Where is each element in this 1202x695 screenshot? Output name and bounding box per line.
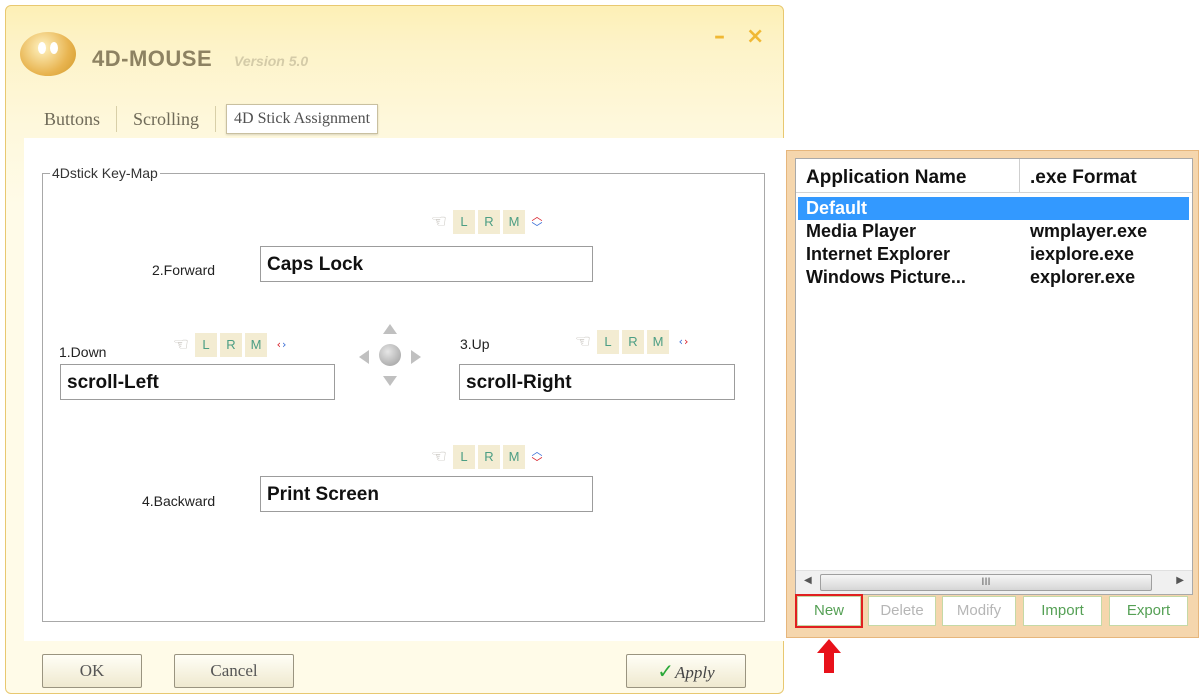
delete-button[interactable]: Delete [868,596,936,626]
scroll-left-right-icon[interactable]: ‹› [270,333,294,357]
list-header: Application Name .exe Format [796,159,1192,193]
tab-divider [116,106,118,132]
pointer-arrow-icon [817,639,841,673]
app-title: 4D-MOUSE [92,46,213,71]
list-item[interactable]: Default [798,197,1189,220]
checkmark-icon: ✓ [657,659,675,683]
middle-key-button[interactable]: M [503,210,525,234]
scroll-up-down-icon[interactable]: ︿ ﹀ [528,210,546,234]
up-toolbar: ☜ L R M ‹› [572,330,696,354]
stick-direction-icon [359,324,421,386]
scroll-left-right-icon[interactable]: ‹› [672,330,696,354]
scrollbar-thumb[interactable]: III [820,574,1152,591]
app-exe: wmplayer.exe [1030,221,1148,241]
tab-bar: Buttons Scrolling 4D Stick Assignment [34,102,379,136]
modify-button[interactable]: Modify [942,596,1016,626]
right-key-button[interactable]: R [220,333,242,357]
down-label: 1.Down [59,344,107,360]
main-window: 4D-MOUSE Version 5.0 – × Buttons Scrolli… [5,5,784,694]
app-exe: explorer.exe [1030,267,1136,287]
up-label: 3.Up [460,336,490,352]
middle-key-button[interactable]: M [503,445,525,469]
column-application-name[interactable]: Application Name [796,159,1020,192]
cancel-button[interactable]: Cancel [174,654,294,688]
down-key-field[interactable]: scroll-Left [60,364,335,400]
tab-4d-stick-assignment[interactable]: 4D Stick Assignment [226,104,379,134]
left-key-button[interactable]: L [453,210,475,234]
keymap-legend: 4Dstick Key-Map [52,165,158,181]
import-button[interactable]: Import [1023,596,1102,626]
hand-icon[interactable]: ☜ [428,446,450,468]
ok-button[interactable]: OK [42,654,142,688]
column-exe-format[interactable]: .exe Format [1020,159,1137,192]
hand-icon[interactable]: ☜ [428,211,450,233]
app-name: Default [806,198,868,218]
left-key-button[interactable]: L [453,445,475,469]
forward-label: 2.Forward [152,262,216,278]
app-logo [20,32,76,76]
export-button[interactable]: Export [1109,596,1188,626]
right-key-button[interactable]: R [622,330,644,354]
right-key-button[interactable]: R [478,210,500,234]
app-name: Internet Explorer [806,244,951,264]
up-key-field[interactable]: scroll-Right [459,364,735,400]
app-name: Media Player [806,221,917,241]
right-key-button[interactable]: R [478,445,500,469]
settings-panel: 4Dstick Key-Map ☜ L R M ︿ ﹀ 2.Forward Cap… [24,138,784,641]
close-icon[interactable]: × [746,24,764,49]
scroll-left-icon[interactable]: ◀ [804,575,812,586]
application-list[interactable]: Application Name .exe Format Default Med… [795,158,1193,595]
forward-toolbar: ☜ L R M ︿ ﹀ [428,210,546,234]
application-panel: Application Name .exe Format Default Med… [786,150,1199,638]
apply-button[interactable]: ✓Apply [626,654,746,688]
app-name: Windows Picture... [806,267,966,287]
tab-divider [215,106,217,132]
app-exe: iexplore.exe [1030,244,1135,264]
down-toolbar: ☜ L R M ‹› [170,333,294,357]
list-item[interactable]: Media Player wmplayer.exe [796,220,1192,243]
middle-key-button[interactable]: M [245,333,267,357]
hand-icon[interactable]: ☜ [572,331,594,353]
list-item[interactable]: Windows Picture... explorer.exe [796,266,1192,289]
new-button[interactable]: New [795,594,863,628]
app-version: Version 5.0 [234,53,309,69]
tab-buttons[interactable]: Buttons [34,107,110,132]
minimize-icon[interactable]: – [714,24,725,49]
left-key-button[interactable]: L [195,333,217,357]
list-item[interactable]: Internet Explorer iexplore.exe [796,243,1192,266]
apply-label: Apply [675,663,715,682]
forward-key-field[interactable]: Caps Lock [260,246,593,282]
middle-key-button[interactable]: M [647,330,669,354]
horizontal-scrollbar[interactable]: ◀ III ▶ [796,570,1192,594]
backward-key-field[interactable]: Print Screen [260,476,593,512]
scroll-right-icon[interactable]: ▶ [1176,575,1184,586]
left-key-button[interactable]: L [597,330,619,354]
tab-scrolling[interactable]: Scrolling [123,107,209,132]
backward-toolbar: ☜ L R M ︿ ﹀ [428,445,546,469]
backward-label: 4.Backward [142,493,216,509]
hand-icon[interactable]: ☜ [170,334,192,356]
scroll-up-down-icon[interactable]: ︿ ﹀ [528,445,546,469]
